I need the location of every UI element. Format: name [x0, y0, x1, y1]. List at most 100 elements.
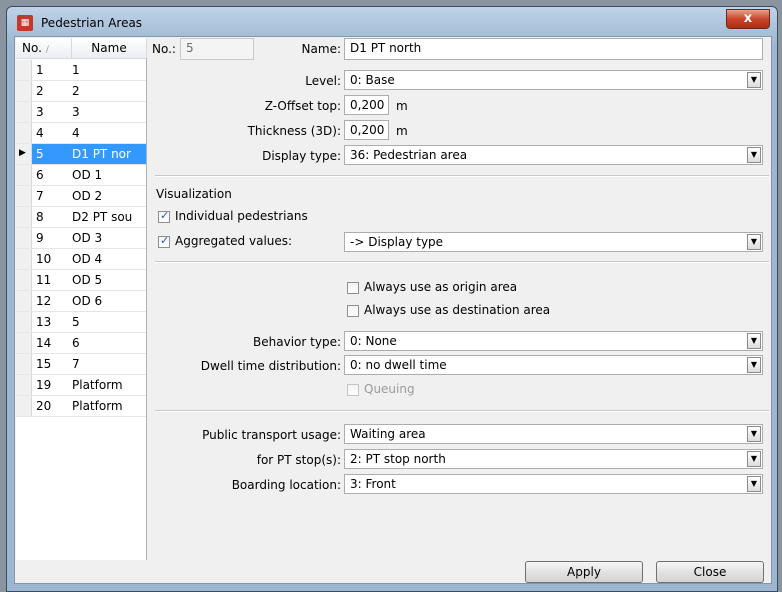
row-selector[interactable]	[16, 354, 32, 374]
behavior-type-dropdown[interactable]: 0: None ▼	[344, 331, 763, 351]
pedestrian-areas-dialog: ▦ Pedestrian Areas x No. / Name 1 1 2 2 3 3 4 4 ▶…	[6, 6, 778, 592]
thickness-field[interactable]: 0,200	[344, 120, 389, 140]
row-name: 6	[72, 336, 80, 350]
table-row[interactable]: 19 Platform	[16, 375, 146, 396]
row-no: 2	[36, 84, 44, 98]
row-no: 7	[36, 189, 44, 203]
table-row[interactable]: 11 OD 5	[16, 270, 146, 291]
app-icon: ▦	[17, 15, 33, 31]
window-close-button[interactable]: x	[726, 9, 770, 29]
row-selector[interactable]	[16, 270, 32, 290]
pt-usage-dropdown[interactable]: Waiting area ▼	[344, 424, 763, 444]
list-rows: 1 1 2 2 3 3 4 4 ▶ 5 D1 PT nor 6 OD 1 7 OD 2 8 D2 PT sou 9…	[16, 60, 146, 417]
row-selector[interactable]	[16, 228, 32, 248]
zoffset-label: Z-Offset top:	[264, 99, 341, 113]
areas-list[interactable]: No. / Name 1 1 2 2 3 3 4 4 ▶ 5 D1 PT nor 6 OD 1 7 OD 28…	[16, 38, 147, 560]
boarding-location-dropdown[interactable]: 3: Front ▼	[344, 474, 763, 494]
row-selector[interactable]	[16, 81, 32, 101]
display-type-value: 36: Pedestrian area	[350, 148, 468, 162]
chevron-down-icon[interactable]: ▼	[747, 234, 761, 250]
table-row[interactable]: 9 OD 3	[16, 228, 146, 249]
dwell-time-dropdown[interactable]: 0: no dwell time ▼	[344, 355, 763, 375]
aggregated-values-value: -> Display type	[350, 235, 444, 249]
row-selector[interactable]	[16, 123, 32, 143]
row-no: 8	[36, 210, 44, 224]
table-row[interactable]: 11	[16, 60, 146, 81]
row-selector[interactable]	[16, 249, 32, 269]
row-selector[interactable]	[16, 102, 32, 122]
apply-button[interactable]: Apply	[525, 561, 643, 583]
destination-area-checkbox[interactable]	[347, 305, 359, 317]
zoffset-unit: m	[396, 99, 408, 113]
row-name: 3	[72, 105, 80, 119]
origin-area-checkbox[interactable]	[347, 282, 359, 294]
pt-stop-dropdown[interactable]: 2: PT stop north ▼	[344, 449, 763, 469]
pt-stop-label: for PT stop(s):	[256, 453, 341, 467]
row-name: OD 1	[72, 168, 103, 182]
table-row[interactable]: 22	[16, 81, 146, 102]
aggregated-values-dropdown[interactable]: -> Display type ▼	[344, 232, 763, 252]
separator	[155, 410, 769, 412]
row-no: 9	[36, 231, 44, 245]
row-selector[interactable]	[16, 312, 32, 332]
row-selector[interactable]	[16, 396, 32, 416]
row-selector[interactable]	[16, 375, 32, 395]
row-no: 15	[36, 357, 52, 371]
destination-area-label[interactable]: Always use as destination area	[364, 303, 550, 317]
table-row[interactable]: 6 OD 1	[16, 165, 146, 186]
table-row[interactable]: 44	[16, 123, 146, 144]
table-row[interactable]: 8 D2 PT sou	[16, 207, 146, 228]
visualization-heading: Visualization	[156, 187, 232, 201]
origin-area-label[interactable]: Always use as origin area	[364, 280, 517, 294]
row-selector[interactable]	[16, 186, 32, 206]
aggregated-values-checkbox[interactable]	[158, 234, 170, 248]
row-selector[interactable]	[16, 333, 32, 353]
table-row[interactable]: 13 5	[16, 312, 146, 333]
row-name: OD 2	[72, 189, 103, 203]
level-label: Level:	[305, 74, 341, 88]
column-header-name[interactable]: Name	[72, 38, 147, 58]
row-selector[interactable]: ▶	[16, 144, 32, 164]
column-header-no[interactable]: No. /	[16, 38, 72, 58]
row-selector[interactable]	[16, 291, 32, 311]
sort-indicator-icon: /	[45, 45, 49, 55]
window-title: Pedestrian Areas	[41, 16, 143, 30]
chevron-down-icon[interactable]: ▼	[747, 476, 761, 492]
zoffset-field[interactable]: 0,200	[344, 95, 389, 115]
row-no: 4	[36, 126, 44, 140]
title-bar[interactable]: ▦ Pedestrian Areas x	[7, 7, 777, 35]
table-row[interactable]: 10 OD 4	[16, 249, 146, 270]
row-selector[interactable]	[16, 207, 32, 227]
chevron-down-icon[interactable]: ▼	[747, 426, 761, 442]
level-value: 0: Base	[350, 73, 395, 87]
row-selector[interactable]	[16, 165, 32, 185]
display-type-dropdown[interactable]: 36: Pedestrian area ▼	[344, 145, 763, 165]
chevron-down-icon[interactable]: ▼	[747, 451, 761, 467]
table-row[interactable]: 12 OD 6	[16, 291, 146, 312]
pt-usage-label: Public transport usage:	[202, 428, 341, 442]
thickness-unit: m	[396, 124, 408, 138]
name-field[interactable]: D1 PT north	[344, 38, 763, 60]
chevron-down-icon[interactable]: ▼	[747, 333, 761, 349]
table-row[interactable]: 15 7	[16, 354, 146, 375]
row-selector[interactable]	[16, 60, 32, 80]
table-row[interactable]: 7 OD 2	[16, 186, 146, 207]
aggregated-values-label[interactable]: Aggregated values:	[175, 234, 292, 248]
chevron-down-icon[interactable]: ▼	[747, 147, 761, 163]
row-name: OD 4	[72, 252, 103, 266]
individual-pedestrians-label[interactable]: Individual pedestrians	[175, 209, 308, 223]
chevron-down-icon[interactable]: ▼	[747, 72, 761, 88]
separator	[155, 175, 769, 177]
table-row[interactable]: 14 6	[16, 333, 146, 354]
chevron-down-icon[interactable]: ▼	[747, 357, 761, 373]
table-row[interactable]: ▶ 5 D1 PT nor	[16, 144, 146, 165]
boarding-location-value: 3: Front	[350, 477, 396, 491]
close-button[interactable]: Close	[656, 561, 764, 583]
individual-pedestrians-checkbox[interactable]	[158, 209, 170, 223]
dialog-footer: Apply Close	[16, 561, 770, 583]
level-dropdown[interactable]: 0: Base ▼	[344, 70, 763, 90]
table-row[interactable]: 33	[16, 102, 146, 123]
row-name: D2 PT sou	[72, 210, 133, 224]
table-row[interactable]: 20 Platform	[16, 396, 146, 417]
queuing-checkbox[interactable]	[347, 384, 359, 396]
